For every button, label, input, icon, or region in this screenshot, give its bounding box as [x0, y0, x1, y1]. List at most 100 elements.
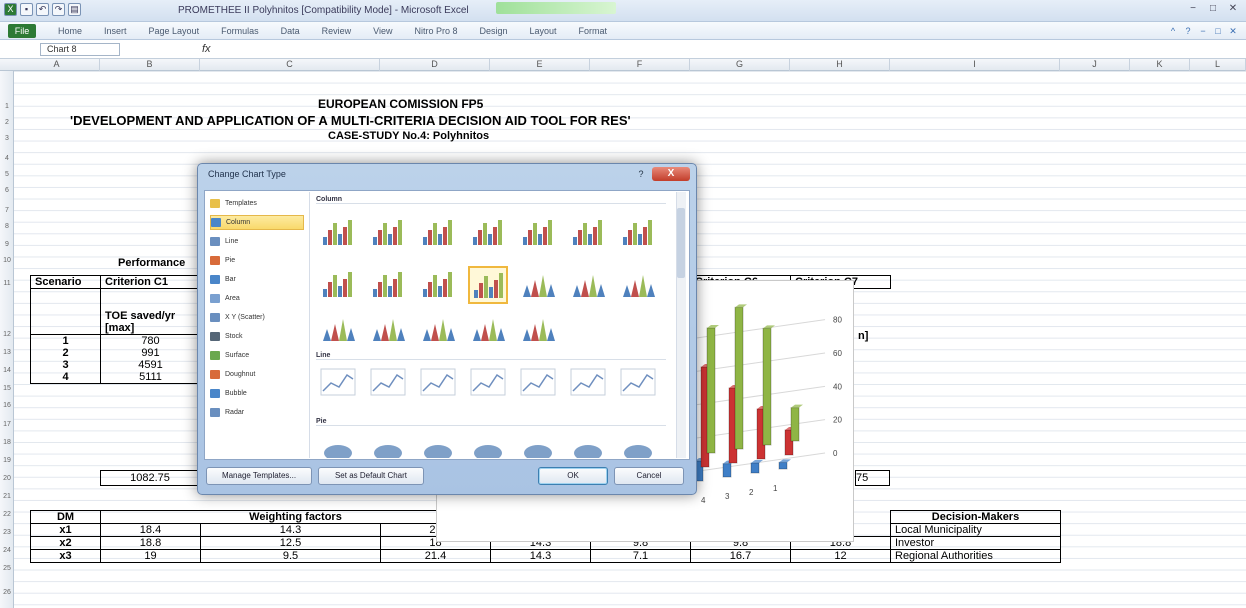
column-header[interactable]: I	[890, 59, 1060, 71]
pie-subtype-icon[interactable]	[618, 430, 658, 458]
pie-subtype-icon[interactable]	[518, 430, 558, 458]
row-header[interactable]: 11	[0, 280, 14, 287]
chart-type-column[interactable]: Column	[210, 215, 304, 230]
tab-data[interactable]: Data	[281, 26, 300, 36]
row-header[interactable]: 7	[0, 207, 14, 214]
restore-workbook-icon[interactable]: □	[1213, 26, 1223, 36]
tab-review[interactable]: Review	[322, 26, 352, 36]
cone-subtype-icon[interactable]	[618, 266, 658, 304]
column-subtype-icon[interactable]	[618, 214, 658, 252]
chart-type-surface[interactable]: Surface	[210, 348, 304, 363]
line-subtype-icon[interactable]	[318, 364, 358, 402]
tab-view[interactable]: View	[373, 26, 392, 36]
tab-page-layout[interactable]: Page Layout	[149, 26, 200, 36]
row-header[interactable]: 3	[0, 135, 14, 142]
chart-type-line[interactable]: Line	[210, 234, 304, 249]
row-header[interactable]: 8	[0, 223, 14, 230]
row-header[interactable]: 15	[0, 385, 14, 392]
print-preview-icon[interactable]: ▤	[68, 3, 81, 16]
fx-icon[interactable]: fx	[202, 43, 211, 55]
row-header[interactable]: 26	[0, 589, 14, 596]
column-header[interactable]: F	[590, 59, 690, 71]
cone-subtype-icon[interactable]	[468, 310, 508, 348]
cone-subtype-icon[interactable]	[518, 310, 558, 348]
row-header[interactable]: 16	[0, 402, 14, 409]
column-subtype-icon[interactable]	[468, 214, 508, 252]
tab-insert[interactable]: Insert	[104, 26, 127, 36]
column-subtype-icon[interactable]	[418, 214, 458, 252]
line-subtype-icon[interactable]	[368, 364, 408, 402]
chart-type-area[interactable]: Area	[210, 291, 304, 306]
pie-subtype-icon[interactable]	[368, 430, 408, 458]
cancel-button[interactable]: Cancel	[614, 467, 684, 485]
column-subtype-icon[interactable]	[568, 214, 608, 252]
row-header[interactable]: 12	[0, 331, 14, 338]
scrollbar-thumb[interactable]	[677, 208, 685, 278]
tab-design[interactable]: Design	[480, 26, 508, 36]
excel-icon[interactable]: X	[4, 3, 17, 16]
row-header[interactable]: 23	[0, 529, 14, 536]
tab-nitro[interactable]: Nitro Pro 8	[414, 26, 457, 36]
column-header[interactable]: A	[14, 59, 100, 71]
column-header[interactable]: B	[100, 59, 200, 71]
row-header[interactable]: 19	[0, 457, 14, 464]
line-subtype-icon[interactable]	[418, 364, 458, 402]
column-header[interactable]: D	[380, 59, 490, 71]
close-workbook-icon[interactable]: ✕	[1228, 26, 1238, 36]
row-header[interactable]: 1	[0, 103, 14, 110]
column-header[interactable]: E	[490, 59, 590, 71]
column-header[interactable]: H	[790, 59, 890, 71]
row-header[interactable]: 21	[0, 493, 14, 500]
column-subtype-icon[interactable]	[318, 266, 358, 304]
line-subtype-icon[interactable]	[618, 364, 658, 402]
ok-button[interactable]: OK	[538, 467, 608, 485]
chart-type-templates[interactable]: Templates	[210, 196, 304, 211]
column-header[interactable]: J	[1060, 59, 1130, 71]
column-subtype-icon[interactable]	[368, 214, 408, 252]
pie-subtype-icon[interactable]	[318, 430, 358, 458]
minimize-workbook-icon[interactable]: −	[1198, 26, 1208, 36]
help-icon[interactable]: ?	[634, 167, 648, 181]
row-header[interactable]: 24	[0, 547, 14, 554]
row-header[interactable]: 4	[0, 155, 14, 162]
tab-layout[interactable]: Layout	[530, 26, 557, 36]
row-header[interactable]: 6	[0, 187, 14, 194]
row-header[interactable]: 14	[0, 367, 14, 374]
row-header[interactable]: 20	[0, 475, 14, 482]
column-subtype-icon[interactable]	[368, 266, 408, 304]
manage-templates-button[interactable]: Manage Templates...	[206, 467, 312, 485]
pie-subtype-icon[interactable]	[568, 430, 608, 458]
chart-type-doughnut[interactable]: Doughnut	[210, 367, 304, 382]
redo-icon[interactable]: ↷	[52, 3, 65, 16]
chart-type-bubble[interactable]: Bubble	[210, 386, 304, 401]
help-icon[interactable]: ?	[1183, 26, 1193, 36]
set-default-chart-button[interactable]: Set as Default Chart	[318, 467, 424, 485]
line-subtype-icon[interactable]	[518, 364, 558, 402]
chart-type-radar[interactable]: Radar	[210, 405, 304, 420]
column-header[interactable]: C	[200, 59, 380, 71]
column-subtype-icon[interactable]	[418, 266, 458, 304]
close-icon[interactable]: ✕	[1226, 3, 1240, 15]
row-header[interactable]: 17	[0, 421, 14, 428]
column-subtype-icon[interactable]	[518, 214, 558, 252]
pie-subtype-icon[interactable]	[468, 430, 508, 458]
tab-home[interactable]: Home	[58, 26, 82, 36]
line-subtype-icon[interactable]	[568, 364, 608, 402]
cone-subtype-icon[interactable]	[518, 266, 558, 304]
cone-subtype-icon[interactable]	[318, 310, 358, 348]
name-box[interactable]: Chart 8	[40, 43, 120, 56]
pie-subtype-icon[interactable]	[418, 430, 458, 458]
row-header[interactable]: 9	[0, 241, 14, 248]
column-header[interactable]: L	[1190, 59, 1246, 71]
save-icon[interactable]: ▪	[20, 3, 33, 16]
undo-icon[interactable]: ↶	[36, 3, 49, 16]
row-header[interactable]: 22	[0, 511, 14, 518]
tab-formulas[interactable]: Formulas	[221, 26, 259, 36]
cone-subtype-icon[interactable]	[418, 310, 458, 348]
row-header[interactable]: 5	[0, 171, 14, 178]
row-header[interactable]: 13	[0, 349, 14, 356]
row-header[interactable]: 25	[0, 565, 14, 572]
row-header[interactable]: 10	[0, 257, 14, 264]
row-header[interactable]: 18	[0, 439, 14, 446]
chart-type-bar[interactable]: Bar	[210, 272, 304, 287]
